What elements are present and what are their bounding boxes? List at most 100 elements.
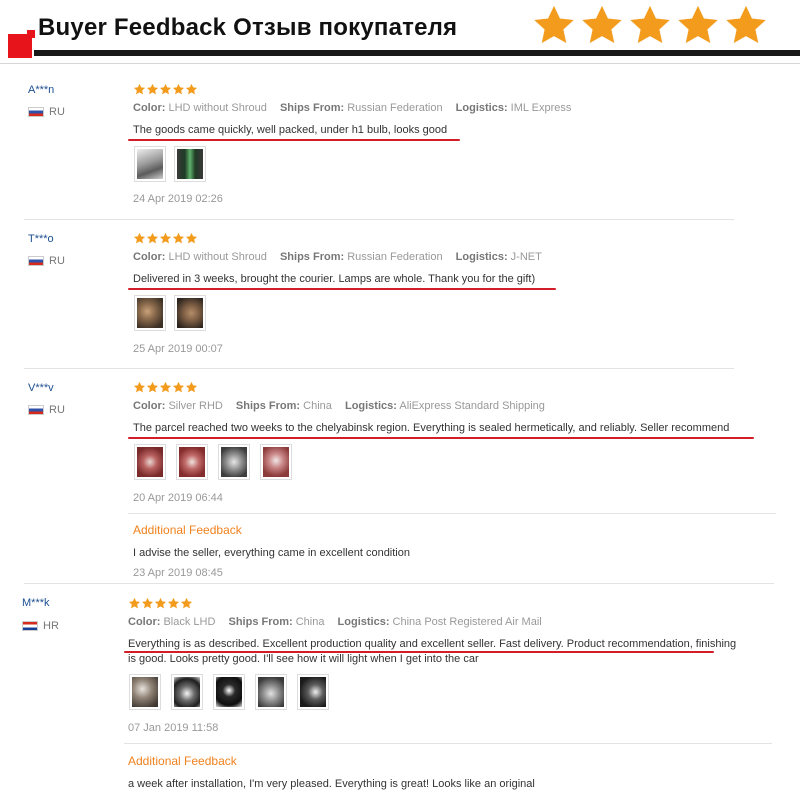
review-text: The goods came quickly, well packed, und… xyxy=(133,124,448,136)
star-icon xyxy=(185,232,198,244)
review-date: 07 Jan 2019 11:58 xyxy=(128,722,219,734)
logistics-label: Logistics: xyxy=(455,251,508,263)
additional-separator xyxy=(128,513,776,514)
ships-from-label: Ships From: xyxy=(228,616,293,628)
logistics-label: Logistics: xyxy=(337,616,390,628)
flag-ru-icon xyxy=(28,256,44,266)
ships-from-value: China xyxy=(303,400,332,412)
star-icon xyxy=(185,83,198,95)
rating-stars xyxy=(128,597,193,610)
star-icon xyxy=(726,5,766,44)
review-photo-thumbnail[interactable] xyxy=(129,674,161,710)
star-icon xyxy=(133,381,146,393)
star-icon xyxy=(678,5,718,44)
reviewer-name[interactable]: V***v xyxy=(28,382,54,394)
star-icon xyxy=(154,597,167,609)
rating-stars xyxy=(133,381,198,394)
reviewer-name[interactable]: T***o xyxy=(28,233,54,245)
logistics-value: IML Express xyxy=(510,102,572,114)
review-date: 24 Apr 2019 02:26 xyxy=(133,193,223,205)
country-code: RU xyxy=(49,404,65,416)
review-photo-thumbnail[interactable] xyxy=(174,295,206,331)
highlight-underline xyxy=(128,139,460,141)
star-icon xyxy=(159,83,172,95)
review-photos xyxy=(129,674,329,710)
star-icon xyxy=(630,5,670,44)
color-value: LHD without Shroud xyxy=(168,251,267,263)
review-photo-thumbnail[interactable] xyxy=(218,444,250,480)
review-photo-thumbnail[interactable] xyxy=(255,674,287,710)
ships-from-label: Ships From: xyxy=(235,400,301,412)
flag-hr-icon xyxy=(22,621,38,631)
star-icon xyxy=(146,83,159,95)
review-photos xyxy=(134,295,206,331)
additional-feedback-title: Additional Feedback xyxy=(128,754,237,768)
color-label: Color: xyxy=(133,102,166,114)
ships-from-label: Ships From: xyxy=(279,102,345,114)
highlight-underline xyxy=(128,437,754,439)
star-icon xyxy=(141,597,154,609)
logistics-value: AliExpress Standard Shipping xyxy=(399,400,545,412)
additional-feedback-text: I advise the seller, everything came in … xyxy=(133,547,410,559)
star-icon xyxy=(133,232,146,244)
review-photo-thumbnail[interactable] xyxy=(171,674,203,710)
order-meta: Color: Silver RHD Ships From: China Logi… xyxy=(133,400,545,412)
review-photo-thumbnail[interactable] xyxy=(134,295,166,331)
page-title: Buyer Feedback Отзыв покупателя xyxy=(38,14,458,41)
flag-ru-icon xyxy=(28,405,44,415)
review-photo-thumbnail[interactable] xyxy=(134,146,166,182)
logistics-value: China Post Registered Air Mail xyxy=(392,616,542,628)
review-text: Delivered in 3 weeks, brought the courie… xyxy=(133,273,536,285)
star-icon xyxy=(159,381,172,393)
ships-from-value: Russian Federation xyxy=(347,102,443,114)
color-label: Color: xyxy=(128,616,161,628)
additional-separator xyxy=(124,743,772,744)
reviewer-country: HR xyxy=(22,620,59,632)
country-code: HR xyxy=(43,620,59,632)
review-date: 20 Apr 2019 06:44 xyxy=(133,492,223,504)
logistics-label: Logistics: xyxy=(455,102,508,114)
logistics-label: Logistics: xyxy=(344,400,397,412)
logistics-value: J-NET xyxy=(510,251,542,263)
color-value: LHD without Shroud xyxy=(168,102,267,114)
star-icon xyxy=(185,381,198,393)
reviewer-country: RU xyxy=(28,106,65,118)
order-meta: Color: LHD without Shroud Ships From: Ru… xyxy=(133,102,571,114)
star-icon xyxy=(146,381,159,393)
reviewer-name[interactable]: M***k xyxy=(22,597,50,609)
header-divider xyxy=(0,63,800,64)
highlight-underline xyxy=(124,651,714,653)
review-separator xyxy=(24,219,734,220)
review-photo-thumbnail[interactable] xyxy=(213,674,245,710)
star-icon xyxy=(128,597,141,609)
additional-feedback-date: 23 Apr 2019 08:45 xyxy=(133,567,223,579)
star-icon xyxy=(172,83,185,95)
review-photo-thumbnail[interactable] xyxy=(174,146,206,182)
additional-feedback-title: Additional Feedback xyxy=(133,523,242,537)
review-photos xyxy=(134,146,206,182)
star-icon xyxy=(172,381,185,393)
review-separator xyxy=(24,583,774,584)
order-meta: Color: Black LHD Ships From: China Logis… xyxy=(128,616,542,628)
star-icon xyxy=(172,232,185,244)
star-icon xyxy=(534,5,574,44)
logo-red-square-small xyxy=(27,30,35,38)
rating-stars xyxy=(133,83,198,96)
review-photo-thumbnail[interactable] xyxy=(176,444,208,480)
star-icon xyxy=(159,232,172,244)
review-photos xyxy=(134,444,292,480)
ships-from-value: Russian Federation xyxy=(347,251,443,263)
review-photo-thumbnail[interactable] xyxy=(297,674,329,710)
star-icon xyxy=(167,597,180,609)
review-photo-thumbnail[interactable] xyxy=(260,444,292,480)
color-value: Black LHD xyxy=(163,616,216,628)
rating-stars xyxy=(133,232,198,245)
review-text-line: is good. Looks pretty good. I'll see how… xyxy=(128,653,479,665)
review-text-line: Everything is as described. Excellent pr… xyxy=(128,638,737,650)
reviewer-name[interactable]: A***n xyxy=(28,84,54,96)
flag-ru-icon xyxy=(28,107,44,117)
reviewer-country: RU xyxy=(28,255,65,267)
country-code: RU xyxy=(49,106,65,118)
review-photo-thumbnail[interactable] xyxy=(134,444,166,480)
additional-feedback-text: a week after installation, I'm very plea… xyxy=(128,778,535,790)
